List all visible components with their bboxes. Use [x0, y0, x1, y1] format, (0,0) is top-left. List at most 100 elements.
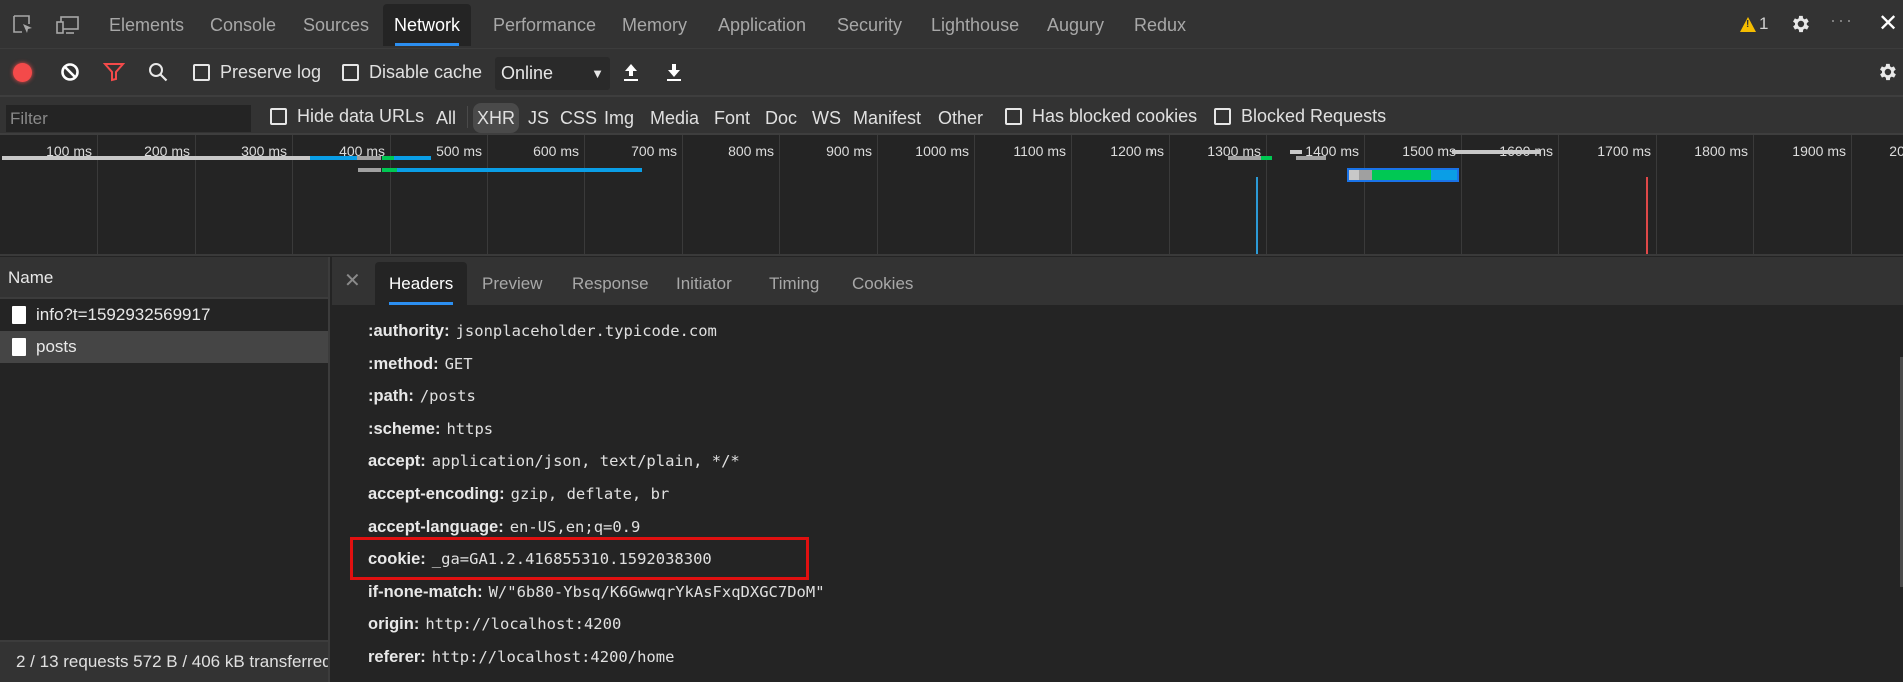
tab-performance[interactable]: Performance	[482, 4, 607, 46]
record-icon	[13, 62, 32, 82]
type-filter-js[interactable]: JS	[524, 103, 553, 133]
timing-segment	[1358, 170, 1372, 180]
timeline-selected-request-bar[interactable]	[1347, 168, 1459, 182]
timeline-request-bar	[1151, 150, 1153, 154]
header-name: origin:	[368, 615, 420, 634]
type-filter-all[interactable]: All	[432, 103, 460, 133]
timeline-request-bar	[310, 156, 357, 160]
clear-icon	[61, 63, 79, 81]
header-value: jsonplaceholder.typicode.com	[455, 322, 717, 340]
type-filter-css[interactable]: CSS	[556, 103, 601, 133]
tab-redux[interactable]: Redux	[1123, 4, 1197, 46]
hide-data-urls-label: Hide data URLs	[297, 105, 425, 126]
throttling-select[interactable]: Online ▼	[495, 57, 610, 90]
header-name: referer:	[368, 648, 426, 666]
timeline-request-bar	[1261, 156, 1272, 160]
cookie-highlight-box	[350, 537, 809, 580]
timeline-gridline	[1169, 135, 1170, 254]
timeline-gridline	[292, 135, 293, 254]
timeline-gridline	[584, 135, 585, 254]
more-options-icon[interactable]: ···	[1830, 10, 1854, 31]
disable-cache-checkbox[interactable]: Disable cache	[342, 49, 482, 95]
checkbox-box	[1005, 107, 1022, 125]
tab-elements[interactable]: Elements	[98, 4, 195, 46]
hide-data-urls-checkbox[interactable]: Hide data URLs	[270, 97, 424, 135]
header-value: gzip, deflate, br	[510, 485, 670, 503]
checkbox-box	[1214, 107, 1231, 125]
device-toolbar-icon[interactable]	[56, 14, 79, 36]
tab-preview[interactable]: Preview	[468, 262, 556, 305]
import-har-button[interactable]	[622, 49, 640, 95]
type-filter-doc[interactable]: Doc	[761, 103, 801, 133]
warnings-counter[interactable]: 1	[1740, 14, 1768, 34]
has-blocked-cookies-checkbox[interactable]: Has blocked cookies	[1005, 97, 1197, 135]
tab-network[interactable]: Network	[383, 4, 472, 46]
tab-response[interactable]: Response	[558, 262, 663, 305]
timeline-request-bar	[397, 168, 642, 172]
inspect-element-icon[interactable]	[12, 14, 34, 36]
blocked-requests-checkbox[interactable]: Blocked Requests	[1214, 97, 1386, 135]
header-name: :authority:	[368, 322, 450, 340]
type-filter-font[interactable]: Font	[710, 103, 754, 133]
timeline-tick-label: 800 ms	[728, 143, 774, 159]
close-devtools-icon[interactable]: ✕	[1878, 9, 1898, 38]
tab-augury[interactable]: Augury	[1036, 4, 1115, 46]
tab-cookies[interactable]: Cookies	[838, 262, 927, 305]
filter-input[interactable]	[6, 105, 251, 132]
export-har-button[interactable]	[665, 49, 683, 95]
header-value: /posts	[419, 387, 476, 406]
network-overview-timeline[interactable]: 100 ms 200 ms 300 ms 400 ms 500 ms 600 ms 700 …	[0, 135, 1903, 256]
tab-security[interactable]: Security	[826, 4, 913, 46]
close-details-icon[interactable]: ✕	[344, 268, 361, 293]
filter-toggle-button[interactable]	[103, 49, 125, 95]
type-filter-manifest[interactable]: Manifest	[849, 103, 925, 133]
header-name: accept:	[368, 452, 426, 471]
search-button[interactable]	[148, 49, 168, 95]
type-filter-ws[interactable]: WS	[808, 103, 845, 133]
timeline-gridline	[1656, 135, 1657, 254]
tab-initiator[interactable]: Initiator	[662, 262, 746, 305]
request-header-line: accept-language: en-US,en;q=0.9	[368, 518, 640, 537]
timeline-gridline	[1266, 135, 1267, 254]
clear-button[interactable]	[60, 49, 80, 95]
request-header-line: :method: GET	[368, 355, 473, 374]
request-name: info?t=1592932569917	[36, 305, 211, 324]
tab-lighthouse[interactable]: Lighthouse	[920, 4, 1030, 46]
tab-memory[interactable]: Memory	[611, 4, 698, 46]
request-row-info[interactable]: info?t=1592932569917	[0, 299, 328, 331]
timing-segment	[1431, 170, 1457, 180]
tab-application[interactable]: Application	[707, 4, 817, 46]
type-filter-xhr[interactable]: XHR	[473, 103, 520, 133]
name-column-header[interactable]: Name	[0, 257, 328, 299]
tab-timing[interactable]: Timing	[755, 262, 833, 305]
type-filter-media[interactable]: Media	[646, 103, 703, 133]
timeline-request-bar	[358, 168, 381, 172]
request-row-posts[interactable]: posts	[0, 331, 328, 363]
tab-console[interactable]: Console	[199, 4, 287, 46]
timeline-gridline	[1851, 135, 1852, 254]
header-value: http://localhost:4200/home	[431, 648, 675, 666]
record-button[interactable]	[13, 49, 32, 95]
header-name: :scheme:	[368, 419, 441, 438]
network-settings-gear-icon[interactable]	[1876, 61, 1898, 88]
header-value: en-US,en;q=0.9	[509, 517, 641, 536]
document-icon	[12, 338, 26, 356]
tab-headers[interactable]: Headers	[375, 262, 468, 305]
timeline-request-bar	[2, 156, 310, 160]
tab-sources[interactable]: Sources	[292, 4, 380, 46]
devtools-tab-bar: Elements Console Sources Network Perform…	[0, 0, 1903, 49]
header-value: http://localhost:4200	[425, 615, 622, 634]
type-filter-other[interactable]: Other	[934, 103, 987, 133]
preserve-log-label: Preserve log	[220, 61, 322, 82]
timing-segment	[1371, 170, 1432, 180]
request-name: posts	[36, 337, 77, 356]
warning-icon	[1740, 16, 1756, 32]
settings-gear-icon[interactable]	[1789, 13, 1811, 40]
filter-icon	[103, 63, 125, 82]
type-filter-img[interactable]: Img	[600, 103, 638, 133]
blocked-requests-label: Blocked Requests	[1241, 105, 1387, 126]
load-event-marker	[1646, 177, 1648, 254]
request-header-line: :path: /posts	[368, 387, 476, 406]
timeline-request-bar	[394, 156, 431, 160]
preserve-log-checkbox[interactable]: Preserve log	[193, 49, 321, 95]
